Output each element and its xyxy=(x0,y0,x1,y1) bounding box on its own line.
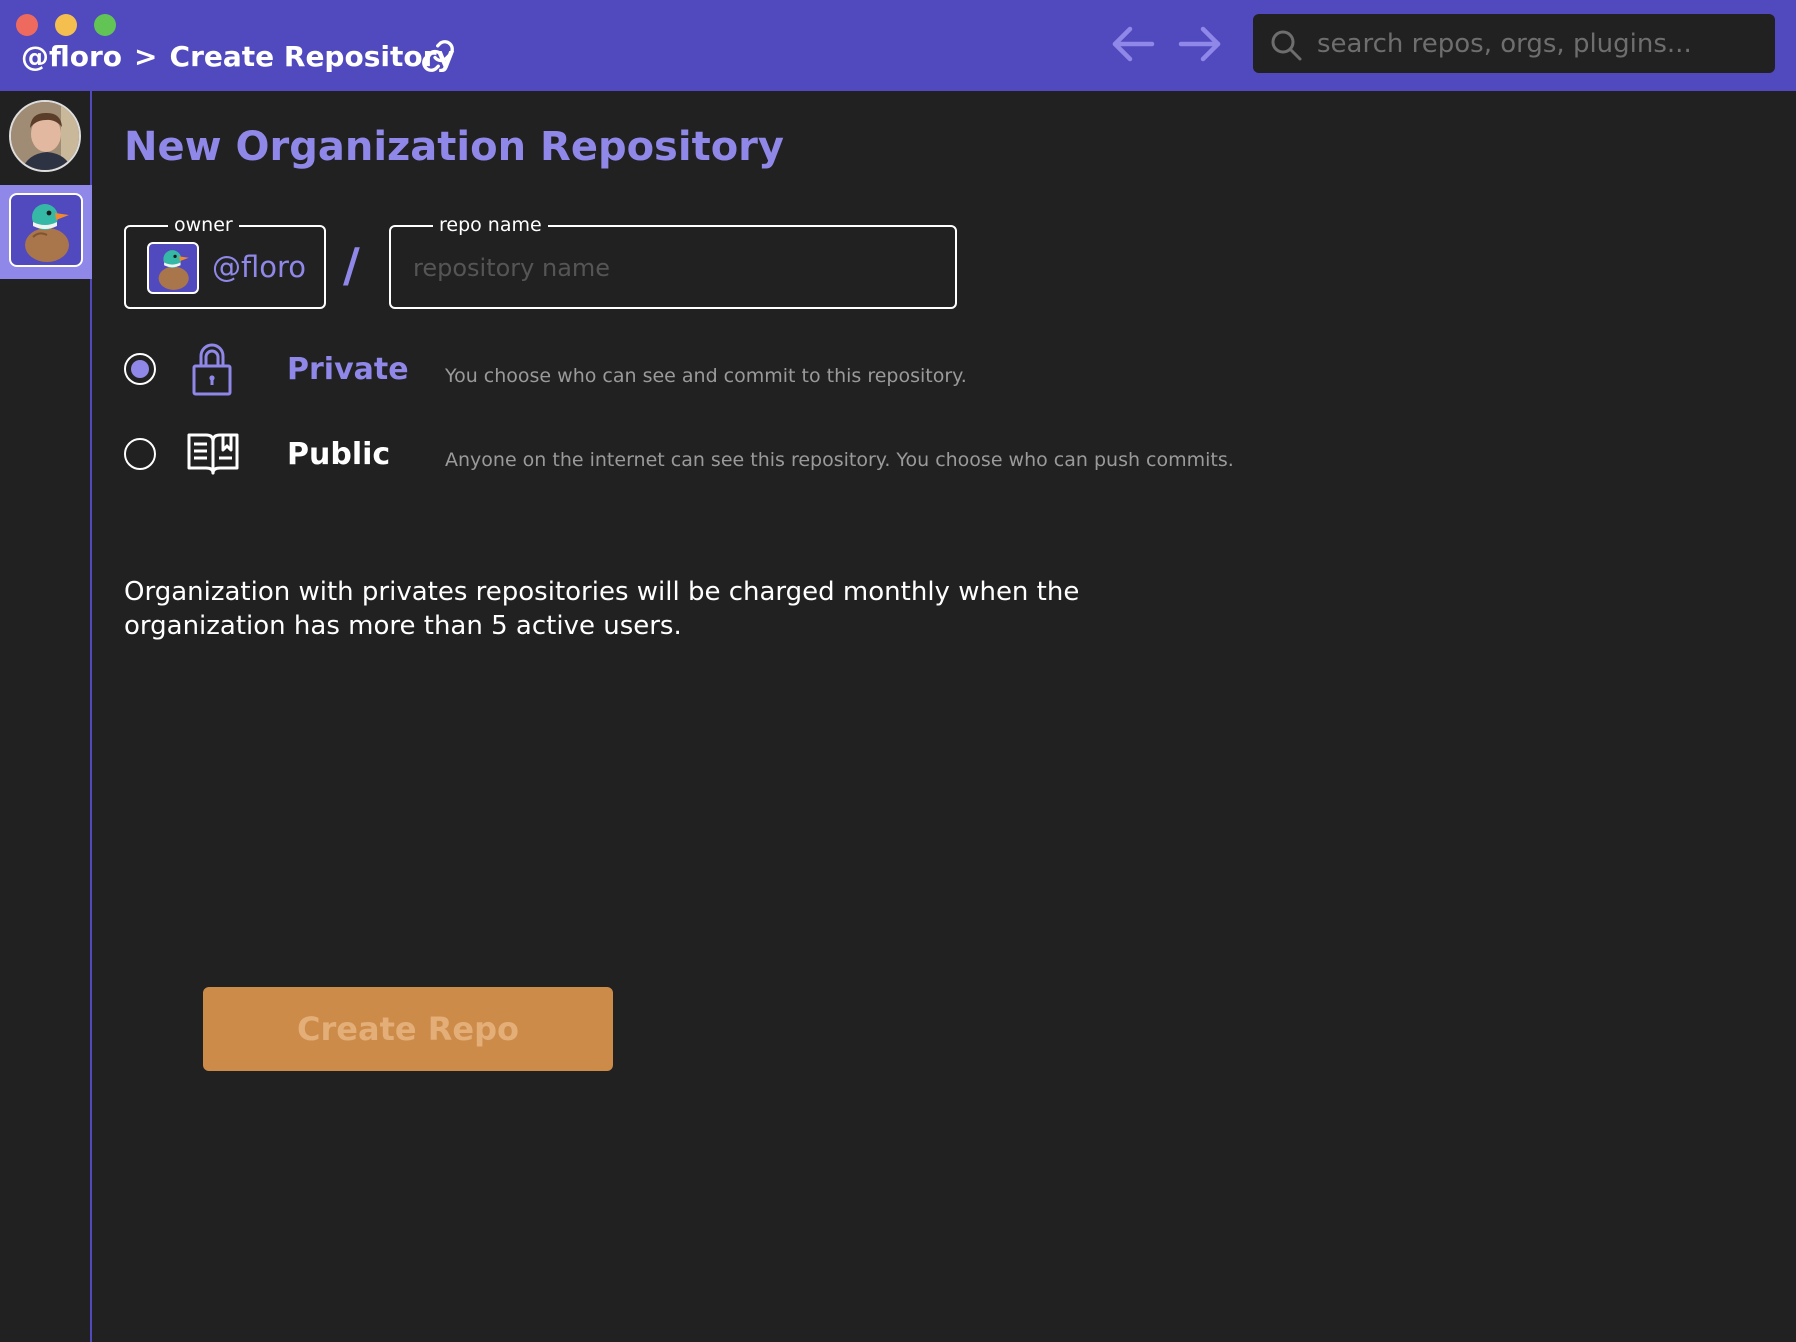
create-repo-button[interactable]: Create Repo xyxy=(203,987,613,1071)
repo-name-legend: repo name xyxy=(433,212,548,238)
user-avatar[interactable] xyxy=(9,100,81,172)
public-description: Anyone on the internet can see this repo… xyxy=(445,449,1234,471)
owner-handle: @floro xyxy=(212,250,307,284)
private-label[interactable]: Private xyxy=(287,352,409,388)
public-label[interactable]: Public xyxy=(287,437,390,473)
book-icon xyxy=(187,433,239,475)
breadcrumb-separator: > xyxy=(134,39,158,73)
arrow-left-icon[interactable] xyxy=(1110,24,1156,64)
repo-name-input[interactable] xyxy=(411,245,935,291)
app-window: @floro > Create Repository search repos,… xyxy=(0,0,1796,1342)
close-window-button[interactable] xyxy=(16,14,38,36)
private-radio[interactable] xyxy=(124,353,156,385)
sidebar-item-org[interactable] xyxy=(0,185,92,279)
arrow-right-icon[interactable] xyxy=(1177,24,1223,64)
title-bar: @floro > Create Repository xyxy=(0,0,1796,91)
public-radio[interactable] xyxy=(124,438,156,470)
owner-selector[interactable]: owner @floro xyxy=(124,212,326,309)
search-icon xyxy=(1271,30,1302,61)
private-description: You choose who can see and commit to thi… xyxy=(445,365,967,387)
breadcrumb: @floro > Create Repository xyxy=(21,36,455,76)
user-photo xyxy=(11,102,79,170)
repo-name-field: repo name xyxy=(389,212,957,309)
sidebar xyxy=(0,91,92,1342)
owner-legend: owner xyxy=(168,212,239,238)
billing-notice: Organization with privates repositories … xyxy=(124,577,1080,641)
duck-icon xyxy=(25,204,69,262)
link-icon[interactable] xyxy=(420,38,456,74)
radio-selected-dot xyxy=(131,360,149,378)
duck-icon xyxy=(158,250,189,290)
page-title: New Organization Repository xyxy=(124,124,784,170)
breadcrumb-owner[interactable]: @floro xyxy=(21,40,122,73)
owner-repo-separator: / xyxy=(343,238,360,292)
lock-icon xyxy=(192,343,232,396)
search-bar xyxy=(1253,14,1775,73)
breadcrumb-page: Create Repository xyxy=(169,39,455,73)
owner-org-logo xyxy=(147,242,199,294)
minimize-window-button[interactable] xyxy=(55,14,77,36)
search-input[interactable] xyxy=(1315,22,1759,66)
org-duck-logo xyxy=(9,193,83,267)
maximize-window-button[interactable] xyxy=(94,14,116,36)
